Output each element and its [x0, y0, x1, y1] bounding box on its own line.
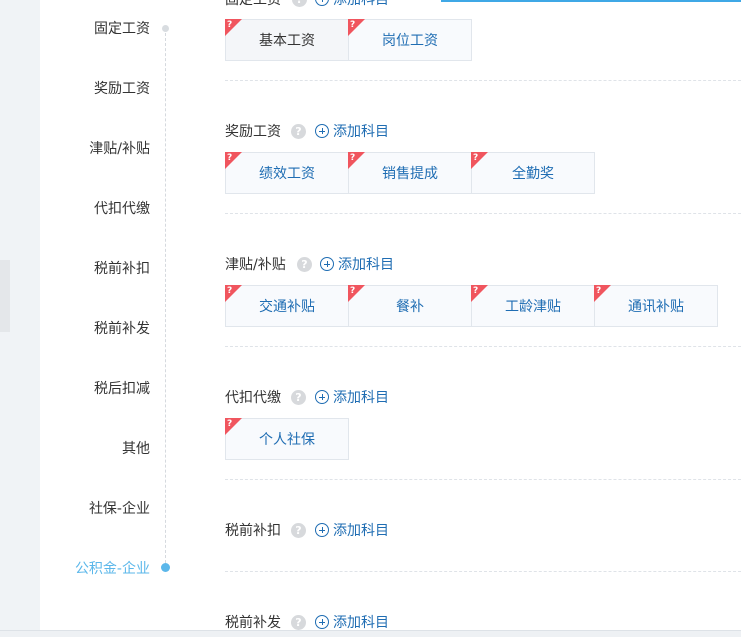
nav-item-allowance[interactable]: 津贴/补贴	[89, 140, 150, 158]
item-cards: ? 基本工资 ? 岗位工资	[225, 19, 472, 61]
section-header: 津贴/补贴 ? 添加科目	[225, 255, 741, 275]
flag-mark: ?	[473, 153, 479, 163]
flag-mark: ?	[350, 286, 356, 296]
item-card[interactable]: ? 交通补贴	[225, 285, 349, 327]
section-header: 税前补扣 ? 添加科目	[225, 521, 741, 541]
item-card[interactable]: ? 基本工资	[225, 19, 349, 61]
gutter-handle	[0, 260, 10, 332]
section-divider	[225, 479, 741, 480]
nav-dot	[162, 25, 169, 32]
plus-circle-icon	[315, 390, 329, 404]
plus-circle-icon	[315, 615, 329, 629]
item-label: 岗位工资	[382, 33, 438, 49]
section-header: 固定工资 ? 添加科目	[225, 0, 741, 10]
flag-mark: ?	[350, 153, 356, 163]
help-icon[interactable]: ?	[297, 257, 312, 272]
nav-rail	[165, 28, 166, 568]
item-cards: ? 个人社保	[225, 418, 349, 460]
item-label: 基本工资	[259, 33, 315, 49]
plus-circle-icon	[320, 257, 334, 271]
item-card[interactable]: ? 销售提成	[348, 152, 472, 194]
add-item-label: 添加科目	[333, 390, 389, 406]
section-allowance: 津贴/补贴 ? 添加科目 ? 交通补贴 ? 餐补 ? 工龄津贴 ? 通讯补贴	[225, 255, 741, 327]
flag-mark: ?	[227, 153, 233, 163]
item-label: 绩效工资	[259, 166, 315, 182]
item-label: 个人社保	[259, 432, 315, 448]
add-item-label: 添加科目	[338, 257, 394, 273]
item-label: 工龄津贴	[505, 299, 561, 315]
section-title: 固定工资	[225, 0, 281, 8]
flag-mark: ?	[596, 286, 602, 296]
section-withholding: 代扣代缴 ? 添加科目 ? 个人社保	[225, 388, 741, 460]
item-label: 全勤奖	[512, 166, 554, 182]
section-pretax-deduction: 税前补扣 ? 添加科目	[225, 521, 741, 541]
nav-item-pretax-deduction[interactable]: 税前补扣	[94, 260, 150, 278]
flag-mark: ?	[227, 419, 233, 429]
section-title: 津贴/补贴	[225, 257, 286, 273]
section-header: 代扣代缴 ? 添加科目	[225, 388, 741, 408]
nav-item-social-insurance-company[interactable]: 社保-企业	[89, 500, 150, 518]
section-divider	[225, 80, 741, 81]
item-label: 餐补	[396, 299, 424, 315]
bottom-scrollbar-track[interactable]	[0, 630, 741, 637]
plus-circle-icon	[315, 523, 329, 537]
section-fixed-salary: 固定工资 ? 添加科目 ? 基本工资 ? 岗位工资	[225, 0, 741, 61]
item-cards: ? 交通补贴 ? 餐补 ? 工龄津贴 ? 通讯补贴	[225, 285, 718, 327]
help-icon[interactable]: ?	[292, 0, 307, 7]
flag-mark: ?	[227, 286, 233, 296]
item-card[interactable]: ? 岗位工资	[348, 19, 472, 61]
nav-item-other[interactable]: 其他	[122, 440, 150, 458]
section-title: 税前补扣	[225, 523, 281, 539]
add-item-label: 添加科目	[333, 0, 389, 8]
section-divider	[225, 571, 741, 572]
add-item-button[interactable]: 添加科目	[315, 0, 389, 10]
help-icon[interactable]: ?	[291, 390, 306, 405]
add-item-button[interactable]: 添加科目	[320, 255, 394, 275]
nav-item-bonus[interactable]: 奖励工资	[94, 80, 150, 98]
item-card[interactable]: ? 绩效工资	[225, 152, 349, 194]
item-label: 通讯补贴	[628, 299, 684, 315]
section-header: 奖励工资 ? 添加科目	[225, 122, 741, 142]
item-card[interactable]: ? 个人社保	[225, 418, 349, 460]
item-card[interactable]: ? 餐补	[348, 285, 472, 327]
plus-circle-icon	[315, 0, 329, 6]
flag-mark: ?	[350, 20, 356, 30]
left-gutter	[0, 0, 40, 637]
add-item-label: 添加科目	[333, 615, 389, 631]
item-card[interactable]: ? 全勤奖	[471, 152, 595, 194]
section-divider	[225, 213, 741, 214]
add-item-button[interactable]: 添加科目	[315, 388, 389, 408]
section-title: 代扣代缴	[225, 390, 281, 406]
nav-item-aftertax-deduction[interactable]: 税后扣减	[94, 380, 150, 398]
nav-active-dot	[161, 563, 170, 572]
nav-item-pretax-reissue[interactable]: 税前补发	[94, 320, 150, 338]
item-cards: ? 绩效工资 ? 销售提成 ? 全勤奖	[225, 152, 595, 194]
flag-mark: ?	[473, 286, 479, 296]
help-icon[interactable]: ?	[291, 615, 306, 630]
section-divider	[225, 346, 741, 347]
help-icon[interactable]: ?	[291, 523, 306, 538]
section-title: 奖励工资	[225, 124, 281, 140]
item-label: 销售提成	[382, 166, 438, 182]
item-label: 交通补贴	[259, 299, 315, 315]
section-bonus: 奖励工资 ? 添加科目 ? 绩效工资 ? 销售提成 ? 全勤奖	[225, 122, 741, 194]
add-item-label: 添加科目	[333, 124, 389, 140]
add-item-label: 添加科目	[333, 523, 389, 539]
nav-item-fixed-salary[interactable]: 固定工资	[94, 20, 150, 38]
nav-item-withholding[interactable]: 代扣代缴	[94, 200, 150, 218]
help-icon[interactable]: ?	[291, 124, 306, 139]
nav-item-housing-fund-company[interactable]: 公积金-企业	[75, 560, 150, 578]
plus-circle-icon	[315, 124, 329, 138]
item-card[interactable]: ? 通讯补贴	[594, 285, 718, 327]
add-item-button[interactable]: 添加科目	[315, 122, 389, 142]
flag-mark: ?	[227, 20, 233, 30]
item-card[interactable]: ? 工龄津贴	[471, 285, 595, 327]
add-item-button[interactable]: 添加科目	[315, 521, 389, 541]
category-nav: 固定工资 奖励工资 津贴/补贴 代扣代缴 税前补扣 税前补发 税后扣减 其他 社…	[40, 0, 200, 630]
